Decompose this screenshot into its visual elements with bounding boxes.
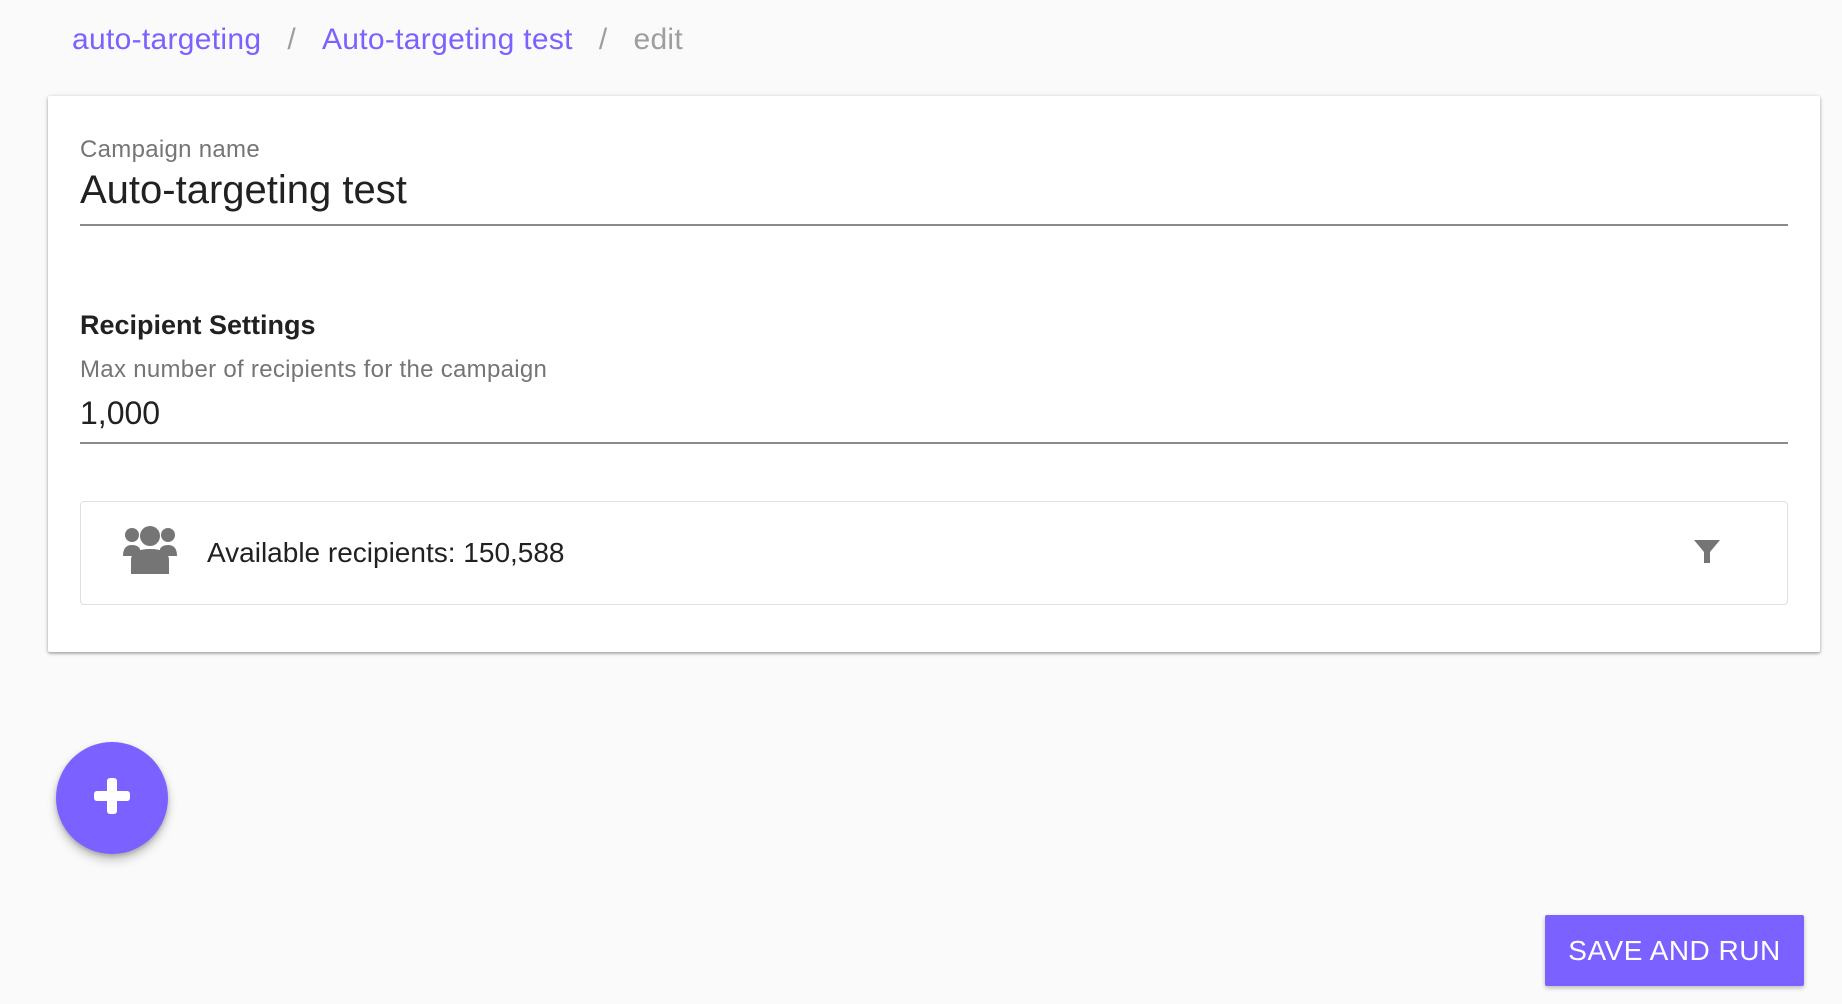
available-recipients-panel: Available recipients: 150,588 [80, 501, 1788, 605]
max-recipients-input[interactable] [80, 392, 1788, 434]
breadcrumb-link-auto-targeting[interactable]: auto-targeting [72, 23, 261, 57]
breadcrumb: auto-targeting / Auto-targeting test / e… [72, 18, 683, 62]
group-icon [123, 524, 177, 574]
campaign-name-label: Campaign name [80, 136, 260, 163]
campaign-name-field: Campaign name [80, 136, 1788, 226]
breadcrumb-link-campaign[interactable]: Auto-targeting test [322, 23, 573, 57]
available-recipients-text: Available recipients: 150,588 [207, 537, 565, 568]
campaign-name-input[interactable] [80, 164, 1788, 216]
add-fab-button[interactable] [56, 742, 168, 854]
plus-icon [92, 776, 132, 821]
max-recipients-field: Max number of recipients for the campaig… [80, 356, 1788, 444]
save-and-run-button[interactable]: SAVE AND RUN [1545, 915, 1804, 986]
breadcrumb-current-edit: edit [633, 23, 684, 56]
recipient-settings-heading: Recipient Settings [80, 310, 316, 340]
campaign-settings-card: Campaign name Recipient Settings Max num… [48, 96, 1820, 652]
breadcrumb-separator: / [598, 23, 608, 56]
breadcrumb-separator: / [287, 23, 296, 56]
filter-icon[interactable] [1687, 532, 1727, 572]
max-recipients-label: Max number of recipients for the campaig… [80, 356, 548, 383]
